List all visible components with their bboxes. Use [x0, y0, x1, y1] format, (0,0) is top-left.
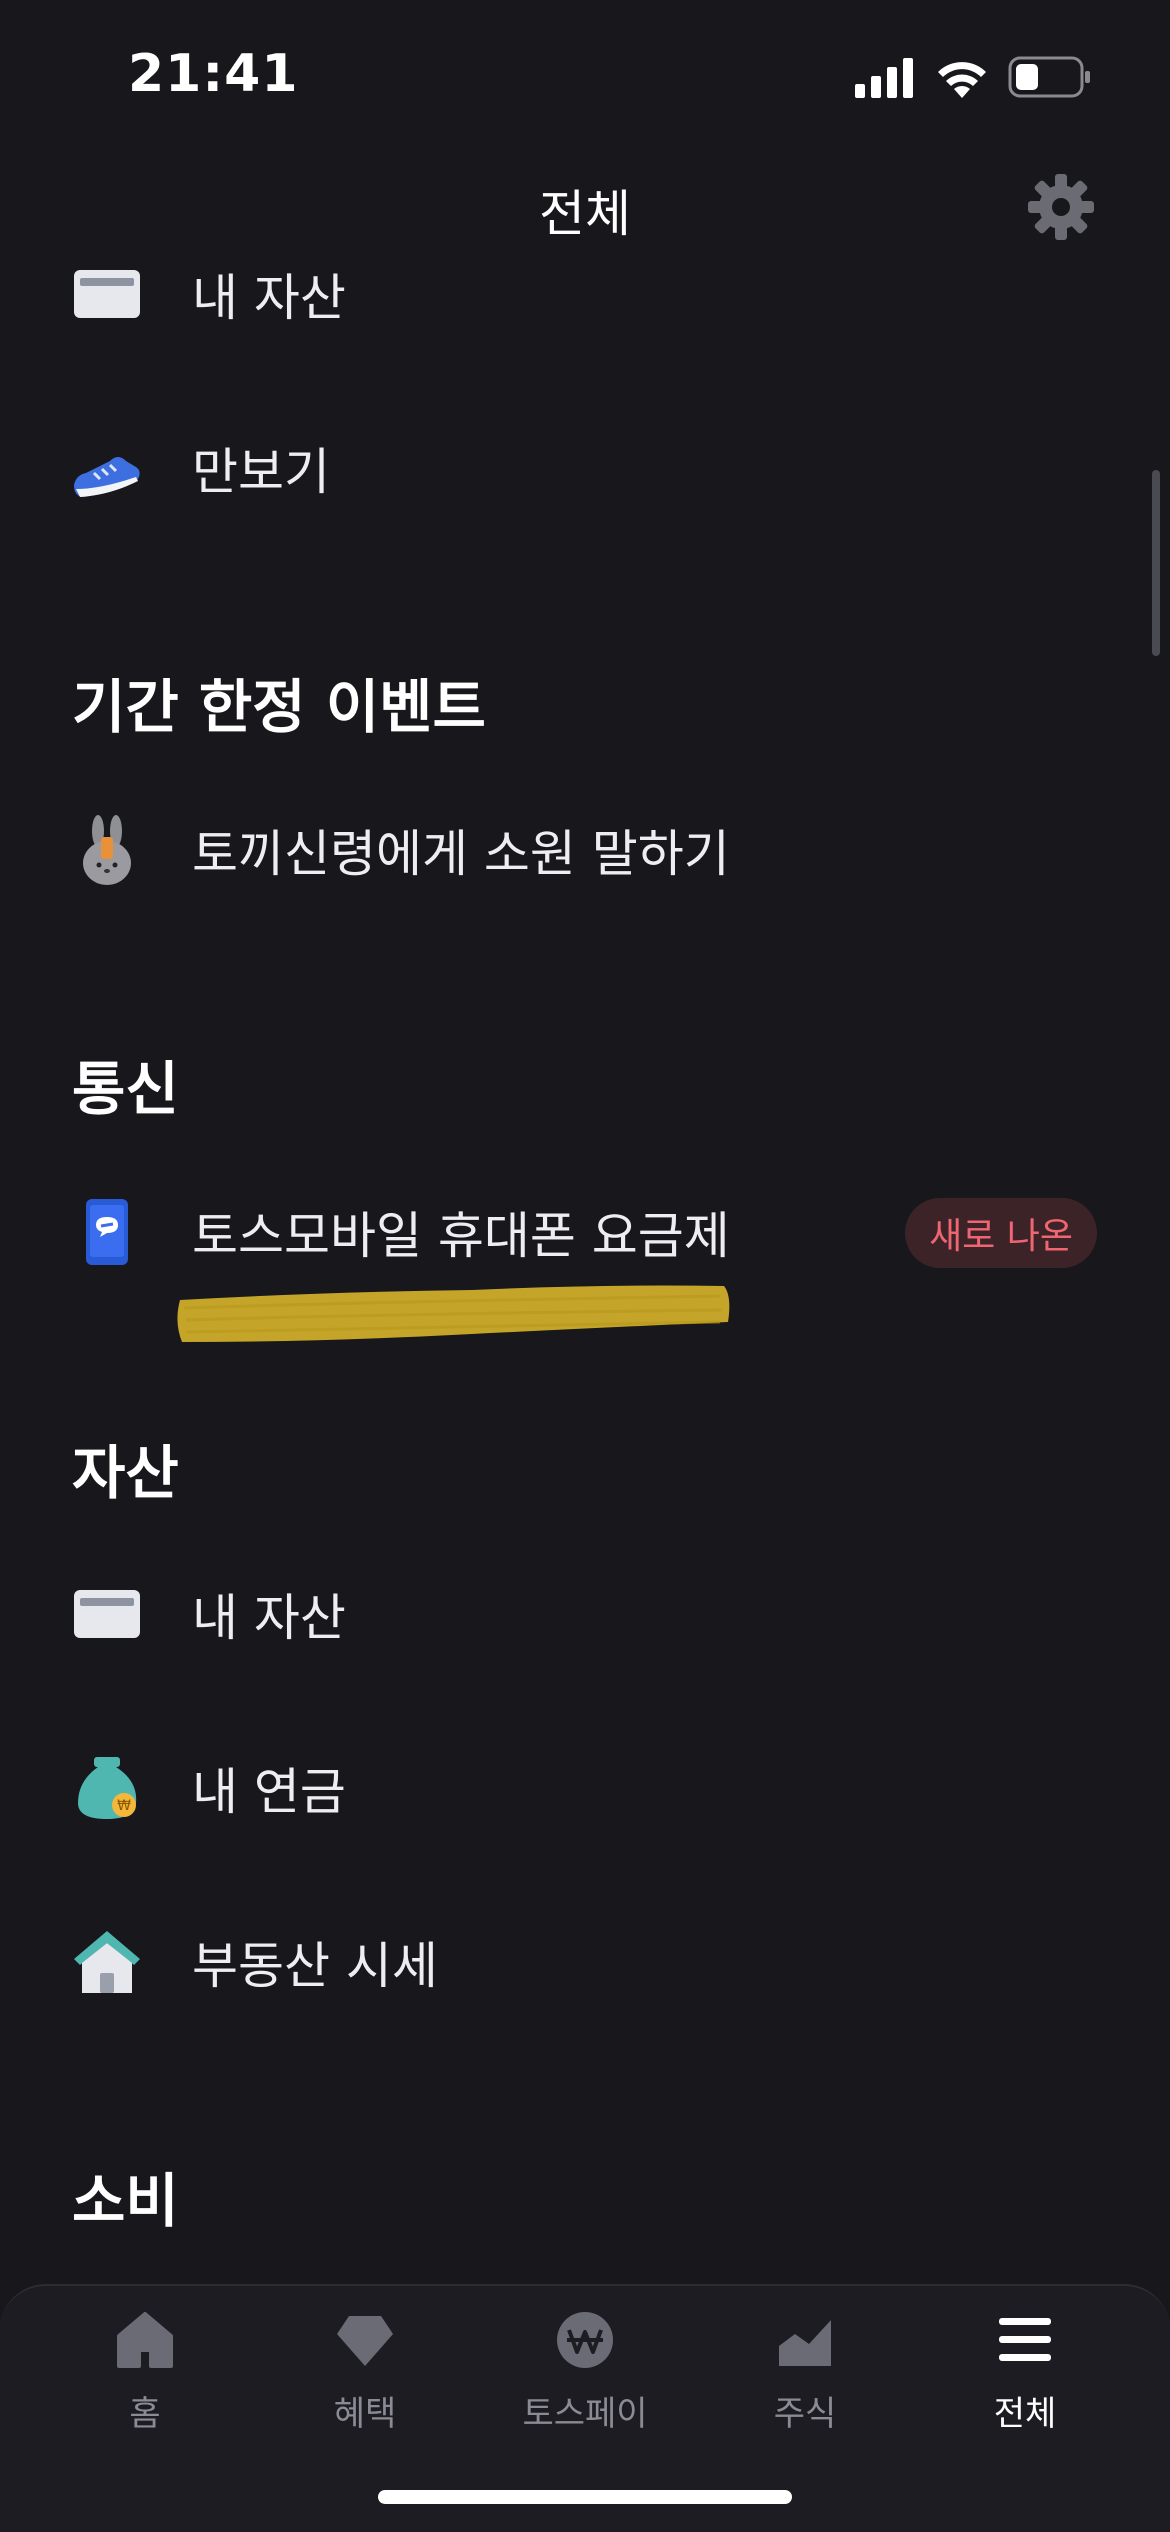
home-indicator	[378, 2490, 792, 2504]
gem-icon	[337, 2316, 393, 2366]
tab-label: 토스페이	[522, 2394, 648, 2434]
new-badge: 새로 나온	[905, 1198, 1097, 1268]
tab-tosspay[interactable]: 토스페이	[495, 2310, 675, 2440]
gear-icon[interactable]	[1026, 172, 1096, 242]
menu-item-pedometer[interactable]: 만보기	[0, 408, 1170, 528]
stock-chart-icon	[779, 2320, 831, 2366]
tab-label: 전체	[993, 2394, 1057, 2434]
tab-label: 주식	[773, 2394, 837, 2434]
cellular-signal-icon	[855, 58, 913, 98]
scrollbar[interactable]	[1152, 470, 1160, 656]
menu-item-my-assets[interactable]: 내 자산	[0, 1554, 1170, 1674]
menu-item-label: 토스모바일 휴대폰 요금제	[192, 1207, 730, 1265]
menu-item-my-assets-top[interactable]: 내 자산	[0, 234, 1170, 354]
section-title-spending: 소비	[72, 2167, 179, 2235]
wifi-icon	[938, 62, 986, 98]
sneaker-icon	[70, 431, 144, 505]
menu-item-label: 내 자산	[192, 269, 346, 327]
section-title-assets: 자산	[72, 1439, 179, 1507]
status-time: 21:41	[128, 44, 299, 104]
menu-item-my-pension[interactable]: ₩ 내 연금	[0, 1728, 1170, 1848]
menu-item-rabbit-wish[interactable]: 토끼신령에게 소원 말하기	[0, 790, 1170, 910]
tab-all[interactable]: 전체	[935, 2310, 1115, 2440]
battery-icon	[1008, 56, 1090, 98]
tab-label: 혜택	[333, 2394, 397, 2434]
tab-benefits[interactable]: 혜택	[275, 2310, 455, 2440]
menu-item-real-estate[interactable]: 부동산 시세	[0, 1902, 1170, 2022]
section-title-event: 기간 한정 이벤트	[72, 673, 486, 741]
menu-item-label: 내 자산	[192, 1589, 346, 1647]
phone-icon	[70, 1195, 144, 1269]
card-icon	[70, 257, 144, 331]
home-icon	[117, 2312, 173, 2368]
menu-item-label: 토끼신령에게 소원 말하기	[192, 825, 730, 883]
tab-label: 홈	[129, 2394, 161, 2434]
menu-item-label: 만보기	[192, 443, 330, 501]
card-icon	[70, 1577, 144, 1651]
menu-icon	[999, 2318, 1051, 2361]
rabbit-icon	[70, 813, 144, 887]
section-title-telecom: 통신	[72, 1055, 179, 1123]
menu-item-label: 내 연금	[192, 1763, 346, 1821]
yellow-highlight-mark	[177, 1285, 730, 1342]
house-icon	[70, 1925, 144, 1999]
won-icon	[557, 2312, 613, 2368]
svg-text:₩: ₩	[117, 1798, 131, 1814]
menu-item-label: 부동산 시세	[192, 1937, 438, 1995]
money-bag-icon: ₩	[70, 1751, 144, 1825]
tab-stocks[interactable]: 주식	[715, 2310, 895, 2440]
tab-home[interactable]: 홈	[55, 2310, 235, 2440]
